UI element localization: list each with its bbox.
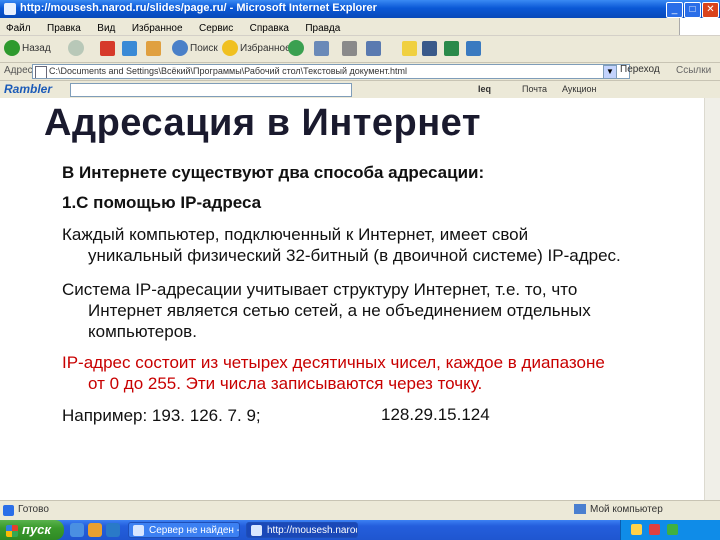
close-button[interactable]: ✕ bbox=[702, 2, 719, 18]
maximize-button[interactable]: □ bbox=[684, 2, 701, 18]
ie-quicklaunch-icon[interactable] bbox=[70, 523, 84, 537]
edit-icon bbox=[366, 40, 381, 56]
menu-tools[interactable]: Сервис bbox=[193, 20, 239, 34]
ie-icon bbox=[4, 3, 16, 15]
home-icon bbox=[146, 40, 161, 56]
menu-view[interactable]: Вид bbox=[91, 20, 121, 34]
windows-logo bbox=[679, 18, 720, 35]
rambler-search-input[interactable] bbox=[70, 83, 352, 97]
address-value: C:\Documents and Settings\Всёкий\Програм… bbox=[49, 66, 407, 76]
refresh-icon bbox=[122, 40, 137, 56]
system-tray bbox=[620, 520, 720, 540]
rambler-auction[interactable]: Аукцион bbox=[562, 84, 597, 94]
go-button[interactable]: Переход bbox=[620, 64, 660, 75]
research-button[interactable] bbox=[422, 40, 437, 58]
home-button[interactable] bbox=[146, 40, 161, 58]
messenger-icon bbox=[444, 40, 459, 56]
history-button[interactable] bbox=[288, 40, 306, 58]
links-button[interactable]: Ссылки bbox=[676, 65, 711, 76]
ie-icon bbox=[133, 525, 144, 536]
vertical-scrollbar[interactable] bbox=[704, 98, 720, 500]
back-icon bbox=[4, 40, 20, 57]
paragraph-ip-system: Система IP-адресации учитывает структуру… bbox=[62, 280, 591, 341]
taskbar-item[interactable]: http://mousesh.narod... bbox=[246, 522, 358, 538]
stop-icon bbox=[100, 40, 115, 56]
rambler-mail[interactable]: Почта bbox=[522, 84, 547, 94]
discuss-button[interactable] bbox=[402, 40, 417, 58]
computer-icon bbox=[574, 504, 586, 515]
people-icon bbox=[466, 40, 481, 56]
windows-flag-icon bbox=[6, 524, 18, 537]
start-button[interactable]: пуск bbox=[0, 520, 64, 540]
minimize-button[interactable]: _ bbox=[666, 2, 683, 18]
search-icon bbox=[172, 40, 188, 57]
history-icon bbox=[288, 40, 304, 57]
status-text: Готово bbox=[18, 504, 49, 515]
print-button[interactable] bbox=[342, 40, 357, 58]
status-bar: Готово Мой компьютер bbox=[0, 500, 720, 520]
back-button[interactable]: Назад bbox=[4, 40, 51, 58]
paragraph-ip-format: IP-адрес состоит из четырех десятичных ч… bbox=[62, 353, 605, 393]
desktop-quicklaunch-icon[interactable] bbox=[106, 523, 120, 537]
example-text: Например: 193. 126. 7. 9; bbox=[62, 406, 261, 425]
menu-extra[interactable]: Правда bbox=[299, 20, 346, 34]
menu-help[interactable]: Справка bbox=[244, 20, 295, 34]
taskbar-item[interactable]: Сервер не найден - ... bbox=[128, 522, 240, 538]
paragraph-ip-unique: Каждый компьютер, подключенный к Интерне… bbox=[62, 225, 621, 265]
favorites-button[interactable]: Избранное bbox=[222, 40, 291, 58]
address-dropdown-button[interactable]: ▼ bbox=[603, 65, 617, 79]
taskbar: пуск Сервер не найден - ... http://mouse… bbox=[0, 520, 720, 540]
standard-toolbar: Назад Поиск Избранное bbox=[0, 36, 720, 63]
rambler-icq[interactable]: Ieq bbox=[478, 84, 491, 94]
menu-file[interactable]: Файл bbox=[0, 20, 37, 34]
search-button[interactable]: Поиск bbox=[172, 40, 218, 58]
mail-button[interactable] bbox=[314, 40, 329, 58]
refresh-button[interactable] bbox=[122, 40, 137, 58]
intro-text: В Интернете существуют два способа адрес… bbox=[62, 163, 485, 182]
research-icon bbox=[422, 40, 437, 56]
tray-icon[interactable] bbox=[649, 524, 660, 535]
document-icon bbox=[35, 66, 47, 78]
forward-button[interactable] bbox=[68, 40, 86, 58]
window-title-bar[interactable]: http://mousesh.narod.ru/slides/page.ru/ … bbox=[0, 0, 720, 18]
security-zone: Мой компьютер bbox=[574, 504, 663, 515]
discuss-icon bbox=[402, 40, 417, 56]
ie-icon bbox=[251, 525, 262, 536]
point-one: 1.С помощью IP-адреса bbox=[62, 193, 262, 212]
forward-icon bbox=[68, 40, 84, 57]
menu-favorites[interactable]: Избранное bbox=[126, 20, 189, 34]
people-button[interactable] bbox=[466, 40, 481, 58]
explorer-quicklaunch-icon[interactable] bbox=[88, 523, 102, 537]
address-label: Адрес: bbox=[4, 65, 36, 76]
tray-icon[interactable] bbox=[667, 524, 678, 535]
menu-edit[interactable]: Правка bbox=[41, 20, 87, 34]
address-bar: Адрес: C:\Documents and Settings\Всёкий\… bbox=[0, 63, 720, 81]
page-icon bbox=[3, 505, 14, 516]
edit-button[interactable] bbox=[366, 40, 381, 58]
rambler-logo[interactable]: Rambler bbox=[4, 82, 52, 96]
messenger-button[interactable] bbox=[444, 40, 459, 58]
menu-bar: Файл Правка Вид Избранное Сервис Справка… bbox=[0, 18, 720, 36]
rambler-toolbar: Rambler Ieq Почта Аукцион bbox=[0, 81, 720, 99]
favorites-icon bbox=[222, 40, 238, 57]
slide-title: Адресация в Интернет bbox=[44, 102, 481, 144]
window-title: http://mousesh.narod.ru/slides/page.ru/ … bbox=[20, 2, 377, 14]
mail-icon bbox=[314, 40, 329, 56]
example-ip-address: 128.29.15.124 bbox=[381, 405, 490, 424]
print-icon bbox=[342, 40, 357, 56]
address-input[interactable]: C:\Documents and Settings\Всёкий\Програм… bbox=[32, 64, 630, 79]
stop-button[interactable] bbox=[100, 40, 115, 58]
tray-icon[interactable] bbox=[631, 524, 642, 535]
